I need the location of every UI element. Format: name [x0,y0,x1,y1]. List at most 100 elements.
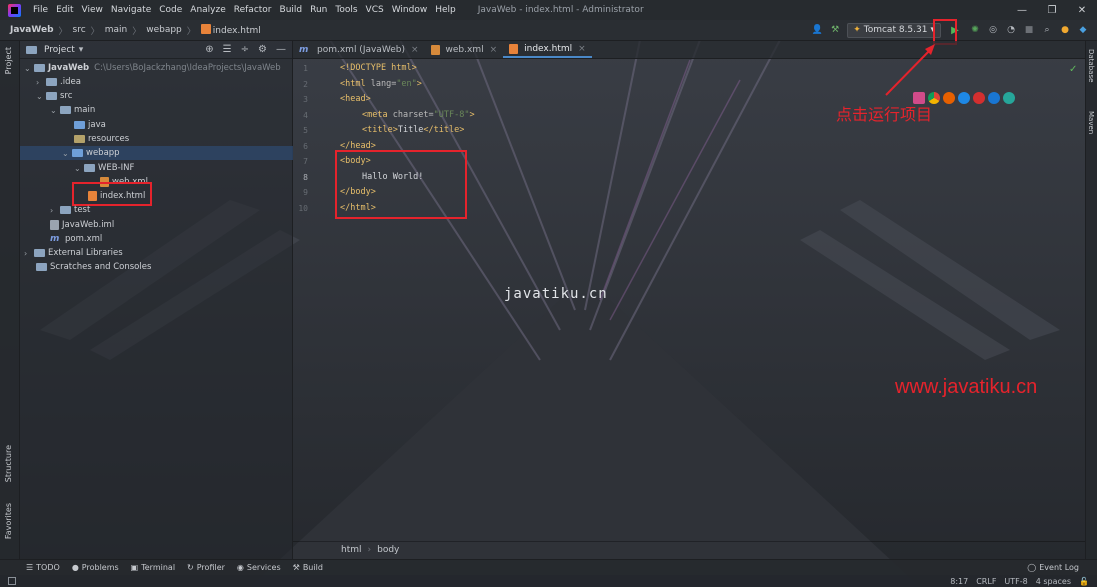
breadcrumb-main[interactable]: main [105,25,128,35]
code-line-5[interactable]: <title>Title</title> [362,125,464,135]
services-icon: ◉ [236,563,244,572]
restore-button[interactable]: ❐ [1037,5,1067,16]
update-icon[interactable]: ● [1059,24,1071,36]
menu-analyze[interactable]: Analyze [186,5,229,15]
inspection-ok-icon: ✓ [1069,64,1078,75]
editor-crumb-body[interactable]: body [377,545,399,555]
code-line-1[interactable]: <!DOCTYPE html> [340,63,417,73]
search-icon[interactable]: ⌕ [1041,24,1053,36]
chevron-right-icon: › [24,248,28,258]
watermark-corner: www.javatiku.cn [895,376,1038,398]
project-path: C:\Users\BoJackzhang\IdeaProjects\JavaWe… [94,63,281,73]
indent-setting[interactable]: 4 spaces [1036,577,1071,586]
build-tool-button[interactable]: ⚒ Build [293,563,323,572]
string-token: "en" [396,79,417,89]
tree-item-web-inf[interactable]: ⌄ WEB-INF [74,161,134,175]
tree-item-java[interactable]: java [74,118,106,132]
tree-item-label: resources [88,134,130,144]
window-title: JavaWeb - index.html - Administrator [477,5,644,15]
menu-code[interactable]: Code [155,5,186,15]
tool-windows-icon[interactable] [8,577,16,585]
close-button[interactable]: ✕ [1067,5,1097,16]
code-line-4[interactable]: <meta charset="UTF-8"> [362,110,475,120]
tab-pom-xml[interactable]: m pom.xml (JavaWeb) × [293,41,425,58]
close-icon[interactable]: × [411,45,419,55]
lock-icon[interactable]: 🔓 [1079,577,1089,586]
code-line-2[interactable]: <html lang="en"> [340,79,422,89]
menu-tools[interactable]: Tools [331,5,361,15]
tab-index-html[interactable]: index.html × [503,41,592,58]
edge-icon[interactable] [1003,92,1015,104]
tree-item-idea[interactable]: › .idea [36,75,81,89]
tree-item-iml[interactable]: JavaWeb.iml [50,218,114,232]
problems-tool-button[interactable]: ● Problems [72,563,119,572]
tree-item-main[interactable]: ⌄ main [50,103,95,117]
run-configuration-select[interactable]: ✦ Tomcat 8.5.31 ▾ [847,22,941,38]
locate-icon[interactable]: ⊕ [205,44,213,55]
tab-web-xml[interactable]: web.xml × [425,41,504,58]
tree-item-label: pom.xml [65,234,103,244]
editor-gutter: 1 2 3 4 5 6 7 8 9 10 [293,59,333,539]
close-icon[interactable]: × [578,44,586,54]
tree-item-webapp[interactable]: ⌄ webapp [62,146,120,160]
tree-item-resources[interactable]: resources [74,132,129,146]
opera-icon[interactable] [973,92,985,104]
tree-item-label: java [88,120,106,130]
close-icon[interactable]: × [490,45,498,55]
terminal-tool-button[interactable]: ▣ Terminal [131,563,175,572]
breadcrumb-src[interactable]: src [73,25,86,35]
menu-file[interactable]: File [29,5,52,15]
editor-crumb-html[interactable]: html [341,545,362,555]
coverage-icon[interactable]: ◎ [987,24,999,36]
code-line-3[interactable]: <head> [340,94,371,104]
tree-item-pom-xml[interactable]: m pom.xml [50,232,102,246]
profile-icon[interactable]: ◔ [1005,24,1017,36]
maven-tool-tab[interactable]: Maven [1087,111,1095,134]
chevron-down-icon[interactable]: ▾ [79,45,84,55]
plugin-icon[interactable]: ◆ [1077,24,1089,36]
minimize-button[interactable]: — [1007,5,1037,16]
menu-vcs[interactable]: VCS [362,5,388,15]
structure-tool-tab[interactable]: Structure [4,445,13,482]
file-encoding[interactable]: UTF-8 [1004,577,1027,586]
favorites-tool-tab[interactable]: Favorites [4,503,13,539]
menu-run[interactable]: Run [306,5,331,15]
gear-icon[interactable]: ⚙ [258,44,267,55]
services-tool-button[interactable]: ◉ Services [237,563,281,572]
event-log-button[interactable]: ◯ Event Log [1027,563,1097,572]
debug-icon[interactable]: ✺ [969,24,981,36]
tree-item-test[interactable]: › test [50,203,90,217]
tree-item-scratches[interactable]: Scratches and Consoles [36,260,151,274]
breadcrumb-webapp[interactable]: webapp [146,25,182,35]
hide-icon[interactable]: — [276,44,286,55]
menu-refactor[interactable]: Refactor [230,5,276,15]
profiler-tool-button[interactable]: ↻ Profiler [187,563,225,572]
tree-item-project-root[interactable]: ⌄ JavaWeb C:\Users\BoJackzhang\IdeaProje… [24,61,281,75]
breadcrumb-file-label: index.html [212,26,261,36]
tree-item-src[interactable]: ⌄ src [36,89,72,103]
tree-item-external-libraries[interactable]: › External Libraries [24,246,123,260]
expand-all-icon[interactable]: ÷ [241,44,249,55]
ie-icon[interactable] [988,92,1000,104]
user-icon[interactable]: 👤 [811,24,823,36]
menu-navigate[interactable]: Navigate [107,5,155,15]
project-tool-tab[interactable]: Project [4,47,13,74]
stop-icon[interactable]: ■ [1023,24,1035,36]
collapse-all-icon[interactable]: ☰ [223,44,232,55]
menu-build[interactable]: Build [276,5,307,15]
menu-window[interactable]: Window [388,5,432,15]
build-hammer-icon[interactable]: ⚒ [829,24,841,36]
database-tool-tab[interactable]: Database [1087,49,1095,82]
breadcrumb-project[interactable]: JavaWeb [10,25,54,35]
menu-edit[interactable]: Edit [52,5,77,15]
menu-view[interactable]: View [78,5,107,15]
line-separator[interactable]: CRLF [976,577,996,586]
menu-help[interactable]: Help [431,5,460,15]
safari-icon[interactable] [958,92,970,104]
module-folder-icon [34,64,45,72]
project-panel-title[interactable]: Project [44,45,75,55]
firefox-icon[interactable] [943,92,955,104]
caret-position[interactable]: 8:17 [950,577,968,586]
todo-tool-button[interactable]: ☰ TODO [26,563,60,572]
breadcrumb-file[interactable]: index.html [200,24,261,36]
